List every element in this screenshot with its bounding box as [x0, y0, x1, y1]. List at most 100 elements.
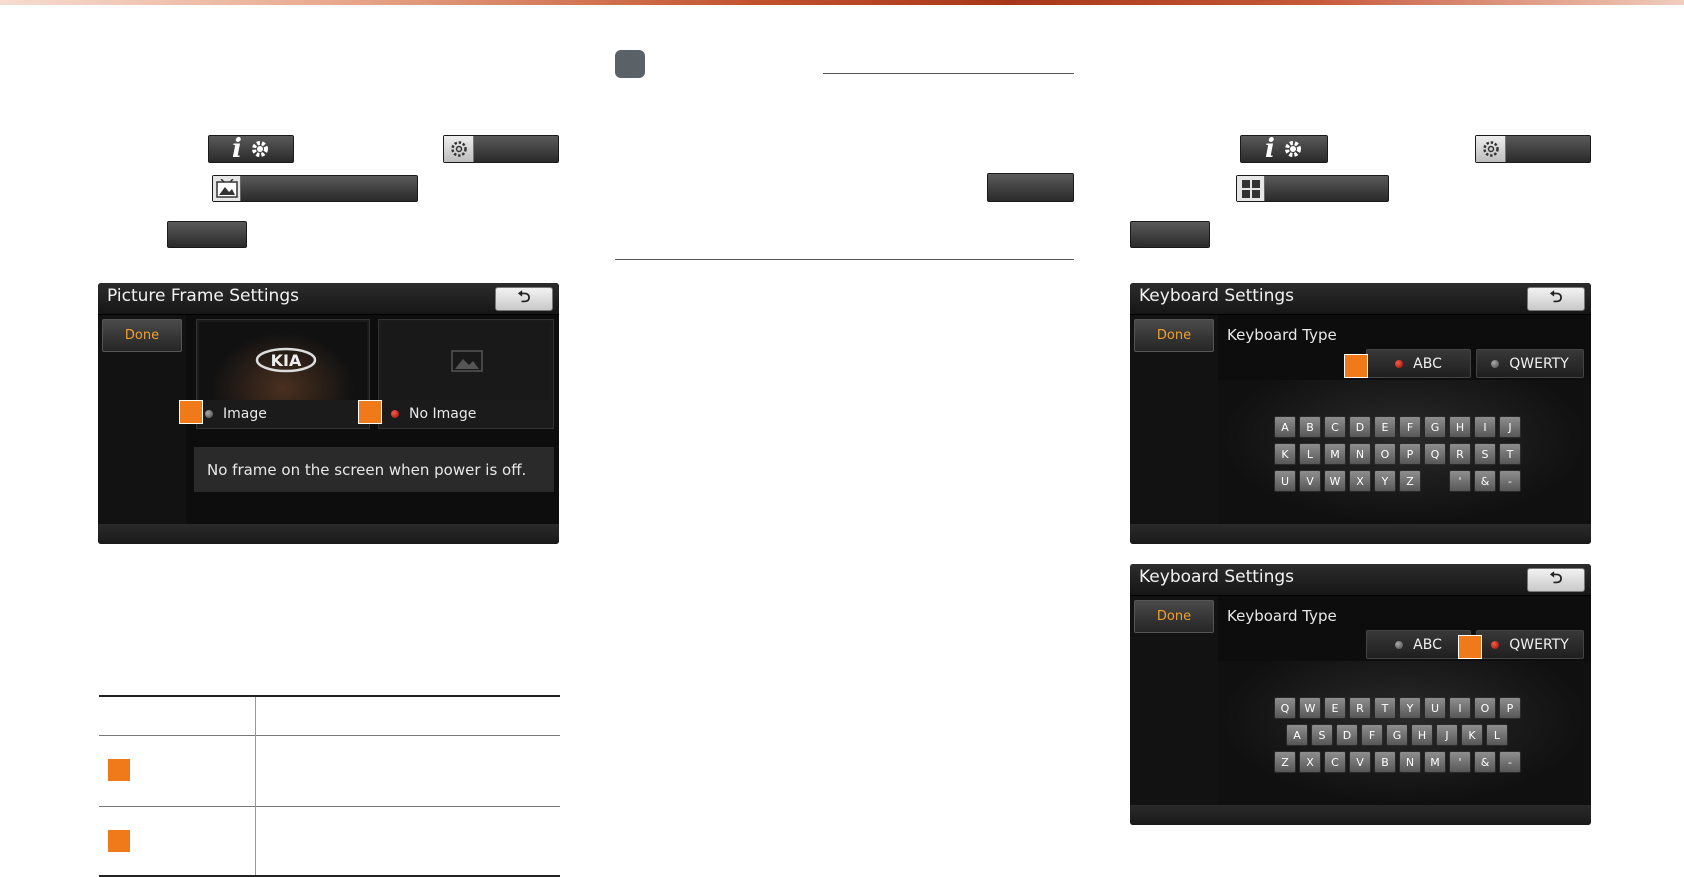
- keyboard-type-label: Keyboard Type: [1227, 326, 1337, 344]
- key: &: [1474, 751, 1496, 773]
- table-callout-1: [107, 758, 131, 782]
- key: &: [1474, 470, 1496, 492]
- key: K: [1274, 443, 1296, 465]
- callout-2: [358, 400, 382, 424]
- callout-1: [1344, 354, 1368, 378]
- back-arrow-icon: ⮌: [1549, 567, 1563, 587]
- key: -: [1499, 751, 1521, 773]
- key: Z: [1274, 751, 1296, 773]
- bottom-strip: [98, 524, 559, 544]
- svg-text:KIA: KIA: [271, 351, 302, 370]
- key: B: [1374, 751, 1396, 773]
- qwerty-option[interactable]: QWERTY: [1476, 630, 1584, 659]
- key: R: [1449, 443, 1471, 465]
- key: U: [1274, 470, 1296, 492]
- back-button[interactable]: ⮌: [1527, 287, 1585, 311]
- key: V: [1299, 470, 1321, 492]
- key: C: [1324, 416, 1346, 438]
- message-text: No frame on the screen when power is off…: [207, 460, 527, 479]
- keyboard-button: [1236, 175, 1389, 202]
- key: E: [1374, 416, 1396, 438]
- key: H: [1449, 416, 1471, 438]
- key: ': [1449, 470, 1471, 492]
- keyboard-row-3: U V W X Y Z ' & -: [1274, 470, 1521, 492]
- settings-button: [443, 135, 559, 163]
- gear-icon: [1482, 141, 1499, 157]
- key: M: [1324, 443, 1346, 465]
- top-accent-bar: [0, 0, 1684, 5]
- table-top-rule: [99, 695, 560, 697]
- key: F: [1361, 724, 1383, 746]
- radio-selected-icon: [1395, 359, 1404, 368]
- back-button[interactable]: ⮌: [1527, 568, 1585, 592]
- key: I: [1449, 697, 1471, 719]
- landscape-placeholder-thumbnail: [381, 322, 551, 400]
- key: L: [1486, 724, 1508, 746]
- info-icon: i: [232, 134, 242, 164]
- kia-logo-icon: KIA: [255, 347, 317, 373]
- key: R: [1349, 697, 1371, 719]
- radio-unselected-icon: [205, 410, 213, 418]
- done-button[interactable]: Done: [1134, 600, 1214, 633]
- gear-icon: [450, 141, 467, 157]
- back-button[interactable]: ⮌: [495, 287, 553, 311]
- key: J: [1499, 416, 1521, 438]
- keyboard-row-1: Q W E R T Y U I O P: [1274, 697, 1521, 719]
- no-image-option-label: No Image: [391, 406, 476, 422]
- screen-title: Keyboard Settings: [1139, 286, 1295, 306]
- key: T: [1499, 443, 1521, 465]
- section-top-rule: [823, 73, 1074, 74]
- kia-logo-thumbnail: KIA: [199, 322, 367, 400]
- key: B: [1299, 416, 1321, 438]
- key: E: [1324, 697, 1346, 719]
- gear-icon: [1284, 141, 1301, 157]
- key: W: [1299, 697, 1321, 719]
- key: X: [1299, 751, 1321, 773]
- screen-title: Keyboard Settings: [1139, 567, 1295, 587]
- plain-button: [167, 221, 247, 248]
- no-image-option[interactable]: No Image: [378, 319, 554, 429]
- done-button[interactable]: Done: [102, 319, 182, 352]
- key: O: [1474, 697, 1496, 719]
- bottom-strip: [1130, 805, 1591, 825]
- picture-frame-settings-screen: Picture Frame Settings ⮌ Done KIA Image …: [98, 283, 559, 544]
- radio-selected-icon: [1491, 640, 1500, 649]
- radio-selected-icon: [391, 410, 399, 418]
- abc-option[interactable]: ABC: [1366, 630, 1471, 659]
- key: S: [1311, 724, 1333, 746]
- message-box: No frame on the screen when power is off…: [194, 447, 554, 492]
- key: Z: [1399, 470, 1421, 492]
- info-settings-button: i: [1240, 134, 1328, 164]
- key: C: [1324, 751, 1346, 773]
- table-callout-2: [107, 829, 131, 853]
- keyboard-row-2: K L M N O P Q R S T: [1274, 443, 1521, 465]
- key: A: [1286, 724, 1308, 746]
- key: ': [1449, 751, 1471, 773]
- plain-button: [1130, 221, 1210, 248]
- key: F: [1399, 416, 1421, 438]
- keyboard-row-3: Z X C V B N M ' & -: [1274, 751, 1521, 773]
- key: A: [1274, 416, 1296, 438]
- table-column-rule: [255, 697, 256, 875]
- done-button[interactable]: Done: [1134, 319, 1214, 352]
- key: O: [1374, 443, 1396, 465]
- key: Y: [1374, 470, 1396, 492]
- note-badge: [615, 50, 645, 78]
- key: L: [1299, 443, 1321, 465]
- section-bottom-rule: [615, 259, 1074, 260]
- key: D: [1349, 416, 1371, 438]
- image-option[interactable]: KIA Image: [196, 319, 370, 429]
- bottom-strip: [1130, 524, 1591, 544]
- table-header-rule: [99, 735, 560, 736]
- keyboard-type-label: Keyboard Type: [1227, 607, 1337, 625]
- landscape-placeholder-icon: [451, 350, 483, 372]
- key: -: [1499, 470, 1521, 492]
- key: T: [1374, 697, 1396, 719]
- keyboard-row-1: A B C D E F G H I J: [1274, 416, 1521, 438]
- table-row-rule: [99, 806, 560, 807]
- key: X: [1349, 470, 1371, 492]
- abc-option[interactable]: ABC: [1366, 349, 1471, 378]
- plain-button: [987, 173, 1074, 202]
- key: K: [1461, 724, 1483, 746]
- qwerty-option[interactable]: QWERTY: [1476, 349, 1584, 378]
